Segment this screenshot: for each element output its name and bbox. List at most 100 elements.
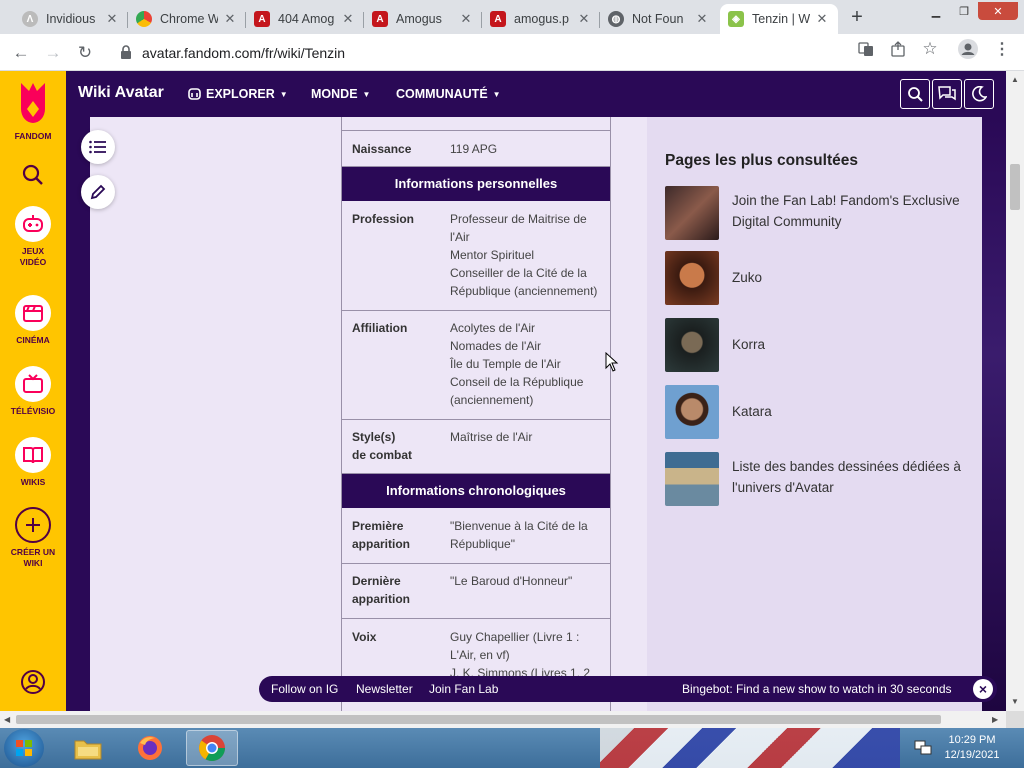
nav-monde[interactable]: MONDE ▼: [311, 87, 370, 101]
fandom-logo[interactable]: FANDOM: [0, 79, 66, 142]
fandom-sticky-bar: Follow on IG Newsletter Join Fan Lab Bin…: [259, 676, 997, 702]
tab-amogus-p[interactable]: A amogus.p ✕: [482, 4, 600, 34]
first-appearance-link[interactable]: "Bienvenue à la Cité de la République": [450, 517, 606, 553]
tab-close-icon[interactable]: ✕: [222, 11, 238, 27]
chrome-icon: [199, 735, 226, 762]
amogus-favicon-icon: A: [254, 11, 270, 27]
comics-thumbnail: [665, 452, 719, 506]
affiliation-link[interactable]: Acolytes de l'Air: [450, 319, 606, 337]
scroll-up-icon[interactable]: ▲: [1011, 75, 1019, 84]
wiki-title[interactable]: Wiki Avatar: [78, 84, 164, 102]
nav-label: EXPLORER: [206, 87, 275, 101]
desktop-wallpaper: [600, 728, 900, 768]
tab-close-icon[interactable]: ✕: [104, 11, 120, 27]
taskbar-firefox[interactable]: [124, 730, 176, 766]
chrome-webstore-favicon-icon: [136, 11, 152, 27]
tab-close-icon[interactable]: ✕: [694, 11, 710, 27]
infobox-row-first-appearance: Première apparition "Bienvenue à la Cité…: [342, 508, 610, 564]
profile-avatar-icon[interactable]: [958, 39, 978, 59]
affiliation-link[interactable]: Nomades de l'Air: [450, 337, 606, 355]
close-icon[interactable]: ×: [973, 679, 993, 699]
back-arrow-icon[interactable]: ←: [8, 40, 34, 66]
tab-not-found[interactable]: ◍ Not Foun ✕: [600, 4, 718, 34]
fighting-style-link[interactable]: Maîtrise de l'Air: [450, 428, 606, 446]
vertical-scroll-thumb[interactable]: [1010, 164, 1020, 210]
address-bar[interactable]: avatar.fandom.com/fr/wiki/Tenzin: [106, 38, 956, 67]
profession-label: Profession: [352, 212, 415, 226]
sidebar-item-comics[interactable]: Liste des bandes dessinées dédiées à l'u…: [665, 452, 975, 506]
tab-amogus[interactable]: A Amogus ✕: [364, 4, 482, 34]
tab-chrome-web[interactable]: Chrome W ✕: [128, 4, 246, 34]
tab-close-icon[interactable]: ✕: [458, 11, 474, 27]
taskbar-explorer[interactable]: [62, 730, 114, 766]
profession-value: Conseiller de la Cité de la: [450, 266, 587, 280]
tab-label: 404 Amog: [278, 12, 335, 26]
last-appearance-link[interactable]: "Le Baroud d'Honneur": [450, 572, 606, 590]
tab-invidious[interactable]: Λ Invidious ✕: [14, 4, 128, 34]
tab-close-icon[interactable]: ✕: [340, 11, 356, 27]
horizontal-scroll-thumb[interactable]: [16, 715, 941, 724]
profession-value: Professeur de Maitrise de: [450, 212, 587, 226]
tab-404-amogus[interactable]: A 404 Amog ✕: [246, 4, 364, 34]
rail-item-cinema[interactable]: CINÉMA: [0, 295, 66, 346]
infobox-row-fighting-style: Style(s) de combat Maîtrise de l'Air: [342, 420, 610, 474]
horizontal-scrollbar[interactable]: ◀ ▶: [0, 711, 1006, 728]
forward-arrow-icon[interactable]: →: [40, 40, 66, 66]
rail-item-create-wiki[interactable]: CRÉER UN WIKI: [0, 507, 66, 569]
table-of-contents-button[interactable]: [81, 130, 115, 164]
rail-item-wikis[interactable]: WIKIS: [0, 437, 66, 488]
tab-tenzin[interactable]: ◈ Tenzin | W ✕: [720, 4, 838, 34]
wiki-search-button[interactable]: [900, 79, 930, 109]
browser-toolbar: ← → ↻ avatar.fandom.com/fr/wiki/Tenzin ☆…: [0, 34, 1024, 71]
newsletter-link[interactable]: Newsletter: [356, 682, 413, 696]
dark-mode-button[interactable]: [964, 79, 994, 109]
bingebot-link[interactable]: Bingebot: Find a new show to watch in 30…: [682, 682, 952, 696]
close-window-button[interactable]: ✕: [978, 2, 1018, 20]
rail-user[interactable]: [0, 669, 66, 695]
scroll-down-icon[interactable]: ▼: [1011, 697, 1019, 706]
fan-lab-thumbnail: [665, 186, 719, 240]
bookmark-star-icon[interactable]: ☆: [920, 39, 940, 59]
taskbar-clock[interactable]: 10:29 PM 12/19/2021: [940, 733, 1004, 763]
sidebar-item-zuko[interactable]: Zuko: [665, 251, 975, 305]
scroll-right-icon[interactable]: ▶: [992, 715, 998, 724]
discussions-button[interactable]: [932, 79, 962, 109]
affiliation-link[interactable]: Conseil de la République: [450, 373, 606, 391]
nav-explorer[interactable]: EXPLORER ▼: [188, 87, 288, 101]
windows-taskbar: 10:29 PM 12/19/2021: [0, 728, 1024, 768]
join-fan-lab-link[interactable]: Join Fan Lab: [429, 682, 498, 696]
rail-search[interactable]: [0, 163, 66, 187]
tv-icon: [15, 366, 51, 402]
follow-ig-link[interactable]: Follow on IG: [271, 682, 338, 696]
first-appearance-label: Première apparition: [352, 517, 442, 553]
korra-thumbnail: [665, 318, 719, 372]
rail-item-games[interactable]: JEUX VIDÉO: [0, 206, 66, 268]
affiliation-link[interactable]: Île du Temple de l'Air: [450, 355, 606, 373]
browser-menu-icon[interactable]: ⋮: [992, 39, 1012, 59]
rail-item-tv[interactable]: TÉLÉVISIO: [0, 366, 66, 417]
sidebar-item-fan-lab[interactable]: Join the Fan Lab! Fandom's Exclusive Dig…: [665, 186, 975, 240]
search-icon: [22, 164, 43, 185]
amogus-favicon-icon: A: [490, 11, 506, 27]
edit-button[interactable]: [81, 175, 115, 209]
nav-communaute[interactable]: COMMUNAUTÉ ▼: [396, 87, 501, 101]
tab-close-icon[interactable]: ✕: [576, 11, 592, 27]
minimize-button[interactable]: ▁: [922, 2, 950, 20]
taskbar-chrome[interactable]: [186, 730, 238, 766]
scroll-left-icon[interactable]: ◀: [4, 715, 10, 724]
amogus-favicon-icon: A: [372, 11, 388, 27]
new-tab-button[interactable]: +: [844, 6, 870, 30]
profession-value: Mentor Spirituel: [450, 248, 535, 262]
vertical-scrollbar[interactable]: ▲ ▼: [1006, 71, 1024, 711]
reload-icon[interactable]: ↻: [72, 40, 98, 66]
start-button[interactable]: [4, 729, 44, 767]
restore-button[interactable]: ❐: [950, 2, 978, 20]
tab-close-icon[interactable]: ✕: [814, 11, 830, 27]
network-icon[interactable]: [914, 740, 932, 756]
share-icon[interactable]: [888, 39, 908, 59]
infobox-row-affiliation: Affiliation Acolytes de l'Air Nomades de…: [342, 311, 610, 420]
sidebar-item-katara[interactable]: Katara: [665, 385, 975, 439]
translate-icon[interactable]: [856, 39, 876, 59]
pencil-icon: [90, 184, 106, 200]
sidebar-item-korra[interactable]: Korra: [665, 318, 975, 372]
